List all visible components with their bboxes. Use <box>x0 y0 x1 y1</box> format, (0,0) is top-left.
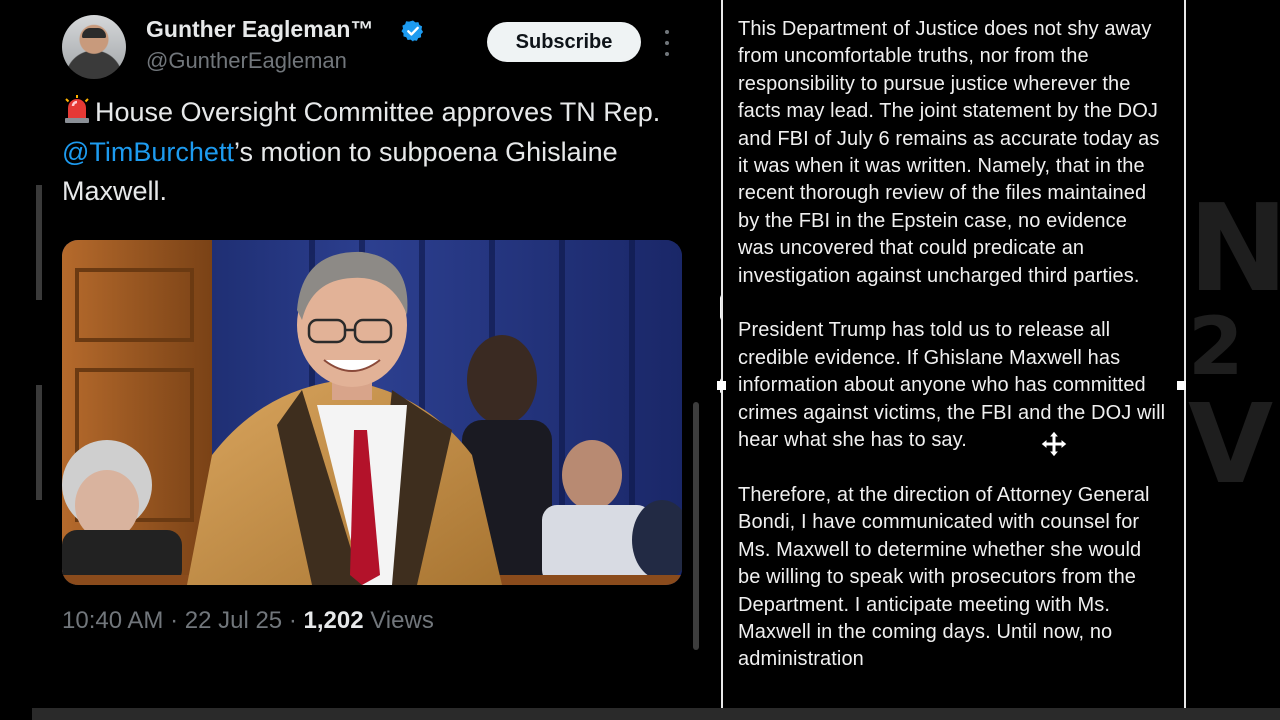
photo-illustration <box>62 240 682 585</box>
divider <box>36 185 42 300</box>
document-panel: This Department of Justice does not shy … <box>721 0 1186 708</box>
avatar[interactable] <box>62 15 126 79</box>
tweet-photo[interactable] <box>62 240 682 585</box>
tweet-text-part: House Oversight Committee approves TN Re… <box>95 97 661 127</box>
display-name[interactable]: Gunther Eagleman™ <box>146 16 373 43</box>
resize-handle[interactable] <box>1177 381 1186 390</box>
views-label: Views <box>370 607 434 634</box>
user-handle[interactable]: @GuntherEagleman <box>146 48 347 74</box>
siren-emoji-icon <box>65 95 89 123</box>
tweet-header: Gunther Eagleman™ @GuntherEagleman Subsc… <box>62 14 702 80</box>
document-paragraph: President Trump has told us to release a… <box>738 319 1166 452</box>
tweet-card: Gunther Eagleman™ @GuntherEagleman Subsc… <box>32 0 720 708</box>
document-paragraph: Therefore, at the direction of Attorney … <box>738 483 1150 671</box>
scrollbar[interactable] <box>693 402 699 650</box>
timestamp-line: 10:40 AM · 22 Jul 25 · 1,202 Views <box>62 607 434 634</box>
tweet-date[interactable]: 22 Jul 25 <box>185 607 282 634</box>
more-options-icon[interactable] <box>662 30 672 56</box>
background-letter-decoration: V <box>1188 380 1274 508</box>
subscribe-button[interactable]: Subscribe <box>487 22 641 62</box>
tweet-text: House Oversight Committee approves TN Re… <box>62 93 692 212</box>
document-paragraph: This Department of Justice does not shy … <box>738 18 1160 287</box>
tweet-time[interactable]: 10:40 AM <box>62 607 163 634</box>
document-text: This Department of Justice does not shy … <box>738 16 1168 701</box>
divider <box>36 385 42 500</box>
move-cursor-icon <box>1040 430 1068 458</box>
verified-badge-icon <box>401 20 424 42</box>
bottom-bar <box>32 708 1280 720</box>
mention-link[interactable]: @TimBurchett <box>62 137 234 167</box>
views-count: 1,202 <box>303 607 364 634</box>
background-letter-decoration: N <box>1188 180 1280 319</box>
resize-handle[interactable] <box>717 381 726 390</box>
